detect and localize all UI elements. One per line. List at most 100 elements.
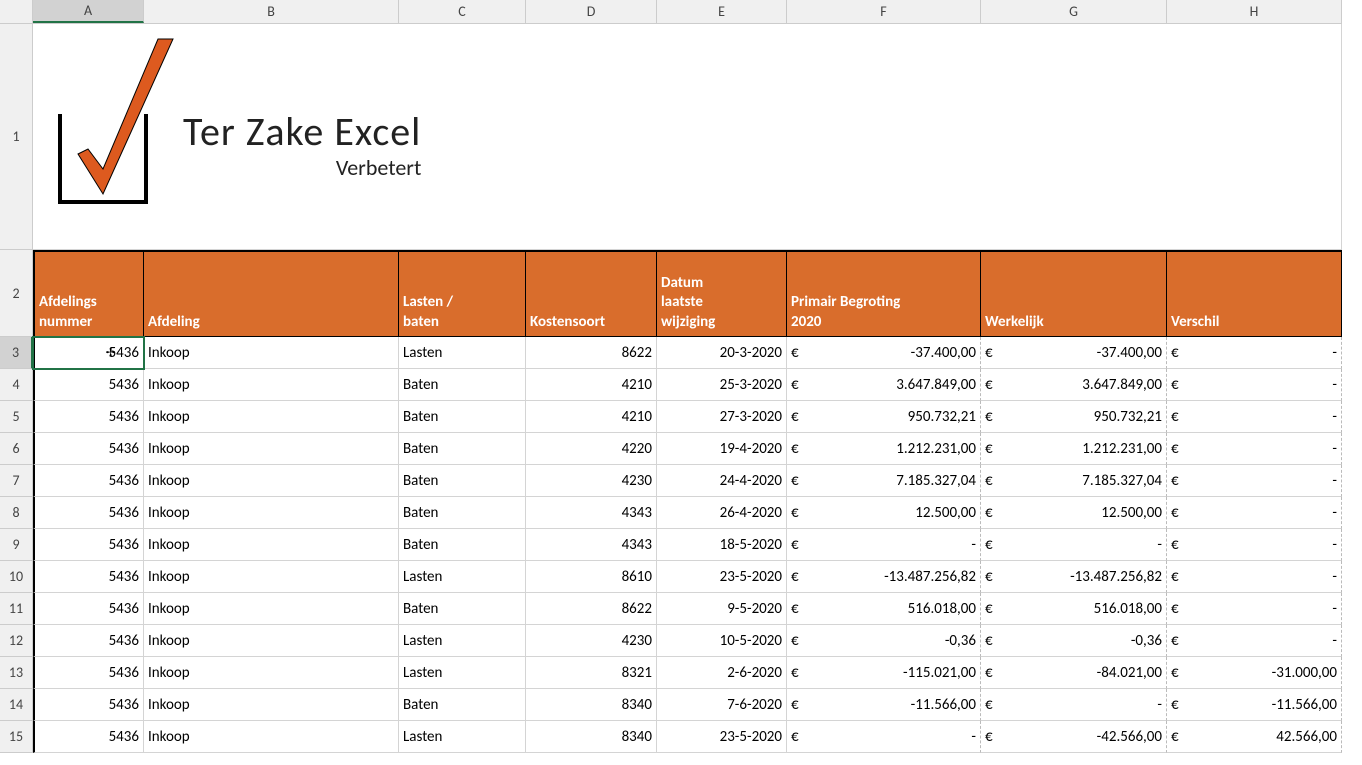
cell-G3[interactable]: €-37.400,00 (981, 337, 1167, 369)
row-header-13[interactable]: 13 (0, 657, 33, 689)
cell-H7[interactable]: €- (1167, 465, 1342, 497)
row-header-6[interactable]: 6 (0, 433, 33, 465)
cell-H15[interactable]: €42.566,00 (1167, 721, 1342, 753)
cell-D7[interactable]: 4230 (526, 465, 657, 497)
cell-F5[interactable]: €950.732,21 (787, 401, 981, 433)
cell-H3[interactable]: €- (1167, 337, 1342, 369)
column-header-D[interactable]: D (526, 0, 657, 23)
cell-B15[interactable]: Inkoop (144, 721, 399, 753)
cell-H4[interactable]: €- (1167, 369, 1342, 401)
cell-G11[interactable]: €516.018,00 (981, 593, 1167, 625)
cell-E11[interactable]: 9-5-2020 (657, 593, 787, 625)
cell-B14[interactable]: Inkoop (144, 689, 399, 721)
cell-D10[interactable]: 8610 (526, 561, 657, 593)
row-header-7[interactable]: 7 (0, 465, 33, 497)
column-header-H[interactable]: H (1167, 0, 1342, 23)
cell-C6[interactable]: Baten (399, 433, 526, 465)
cell-C14[interactable]: Baten (399, 689, 526, 721)
column-header-G[interactable]: G (981, 0, 1167, 23)
cell-D12[interactable]: 4230 (526, 625, 657, 657)
cell-D8[interactable]: 4343 (526, 497, 657, 529)
row-header-2[interactable]: 2 (0, 250, 33, 337)
cell-B3[interactable]: Inkoop (144, 337, 399, 369)
cell-C13[interactable]: Lasten (399, 657, 526, 689)
cell-B10[interactable]: Inkoop (144, 561, 399, 593)
cell-A12[interactable]: 5436 (33, 625, 144, 657)
cell-D9[interactable]: 4343 (526, 529, 657, 561)
cell-A11[interactable]: 5436 (33, 593, 144, 625)
cell-H6[interactable]: €- (1167, 433, 1342, 465)
table-header-E[interactable]: Datum laatste wijziging (657, 250, 787, 337)
cell-B5[interactable]: Inkoop (144, 401, 399, 433)
table-header-C[interactable]: Lasten / baten (399, 250, 526, 337)
cell-H12[interactable]: €- (1167, 625, 1342, 657)
cell-G10[interactable]: €-13.487.256,82 (981, 561, 1167, 593)
cell-F3[interactable]: €-37.400,00 (787, 337, 981, 369)
cell-B8[interactable]: Inkoop (144, 497, 399, 529)
cell-E14[interactable]: 7-6-2020 (657, 689, 787, 721)
cell-F8[interactable]: €12.500,00 (787, 497, 981, 529)
row-header-4[interactable]: 4 (0, 369, 33, 401)
cell-H9[interactable]: €- (1167, 529, 1342, 561)
cell-C15[interactable]: Lasten (399, 721, 526, 753)
cell-F12[interactable]: €-0,36 (787, 625, 981, 657)
cell-F7[interactable]: €7.185.327,04 (787, 465, 981, 497)
cell-G13[interactable]: €-84.021,00 (981, 657, 1167, 689)
cell-E15[interactable]: 23-5-2020 (657, 721, 787, 753)
row-header-12[interactable]: 12 (0, 625, 33, 657)
cell-A13[interactable]: 5436 (33, 657, 144, 689)
row-header-5[interactable]: 5 (0, 401, 33, 433)
cell-A4[interactable]: 5436 (33, 369, 144, 401)
cell-C12[interactable]: Lasten (399, 625, 526, 657)
cell-H5[interactable]: €- (1167, 401, 1342, 433)
cell-E5[interactable]: 27-3-2020 (657, 401, 787, 433)
row-header-15[interactable]: 15 (0, 721, 33, 753)
row-header-14[interactable]: 14 (0, 689, 33, 721)
cell-D13[interactable]: 8321 (526, 657, 657, 689)
cell-F6[interactable]: €1.212.231,00 (787, 433, 981, 465)
cell-A5[interactable]: 5436 (33, 401, 144, 433)
cell-C9[interactable]: Baten (399, 529, 526, 561)
cell-D15[interactable]: 8340 (526, 721, 657, 753)
cell-B7[interactable]: Inkoop (144, 465, 399, 497)
cell-E7[interactable]: 24-4-2020 (657, 465, 787, 497)
cell-E4[interactable]: 25-3-2020 (657, 369, 787, 401)
cell-E12[interactable]: 10-5-2020 (657, 625, 787, 657)
cell-G9[interactable]: €- (981, 529, 1167, 561)
cell-C7[interactable]: Baten (399, 465, 526, 497)
cell-D14[interactable]: 8340 (526, 689, 657, 721)
cell-A7[interactable]: 5436 (33, 465, 144, 497)
cell-G15[interactable]: €-42.566,00 (981, 721, 1167, 753)
cell-G12[interactable]: €-0,36 (981, 625, 1167, 657)
select-all-corner[interactable] (0, 0, 33, 24)
cell-B4[interactable]: Inkoop (144, 369, 399, 401)
cell-B13[interactable]: Inkoop (144, 657, 399, 689)
cell-D11[interactable]: 8622 (526, 593, 657, 625)
row-header-9[interactable]: 9 (0, 529, 33, 561)
cell-E8[interactable]: 26-4-2020 (657, 497, 787, 529)
cell-B6[interactable]: Inkoop (144, 433, 399, 465)
cell-F4[interactable]: €3.647.849,00 (787, 369, 981, 401)
table-header-F[interactable]: Primair Begroting 2020 (787, 250, 981, 337)
cell-A3[interactable]: 5436✢ (33, 337, 144, 369)
row-header-3[interactable]: 3 (0, 337, 33, 369)
cell-G6[interactable]: €1.212.231,00 (981, 433, 1167, 465)
cell-D5[interactable]: 4210 (526, 401, 657, 433)
column-header-E[interactable]: E (657, 0, 787, 23)
cell-A14[interactable]: 5436 (33, 689, 144, 721)
table-header-D[interactable]: Kostensoort (526, 250, 657, 337)
cell-H10[interactable]: €- (1167, 561, 1342, 593)
cell-C11[interactable]: Baten (399, 593, 526, 625)
cell-G8[interactable]: €12.500,00 (981, 497, 1167, 529)
cell-G14[interactable]: €- (981, 689, 1167, 721)
table-header-H[interactable]: Verschil (1167, 250, 1342, 337)
column-header-F[interactable]: F (787, 0, 981, 23)
cell-A15[interactable]: 5436 (33, 721, 144, 753)
cell-E13[interactable]: 2-6-2020 (657, 657, 787, 689)
cell-F11[interactable]: €516.018,00 (787, 593, 981, 625)
cell-H14[interactable]: €-11.566,00 (1167, 689, 1342, 721)
table-header-B[interactable]: Afdeling (144, 250, 399, 337)
table-header-G[interactable]: Werkelijk (981, 250, 1167, 337)
cell-A6[interactable]: 5436 (33, 433, 144, 465)
cell-H13[interactable]: €-31.000,00 (1167, 657, 1342, 689)
